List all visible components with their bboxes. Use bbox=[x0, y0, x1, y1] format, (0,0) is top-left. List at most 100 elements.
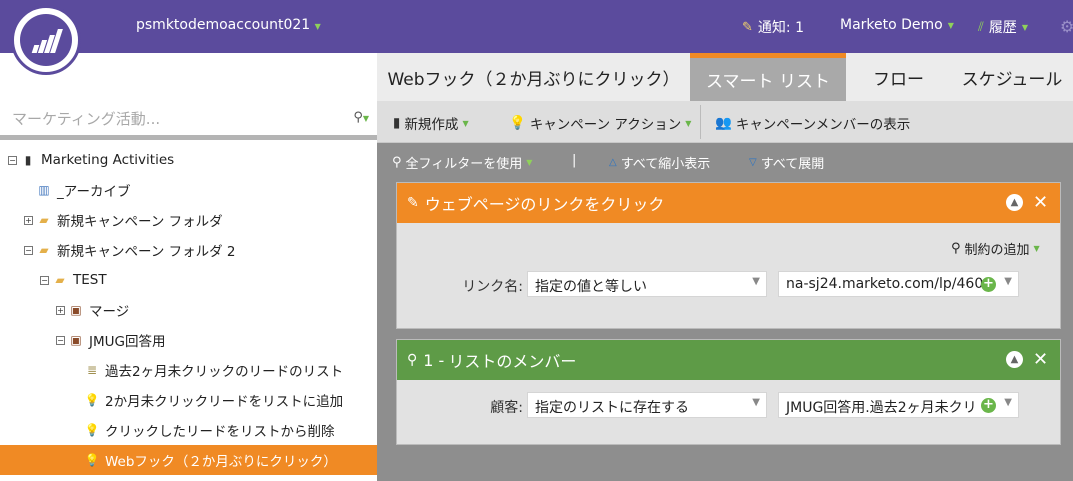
operator-select[interactable]: 指定のリストに存在する ▼ bbox=[527, 392, 767, 418]
collapse-icon[interactable]: − bbox=[8, 155, 17, 165]
tree-label: クリックしたリードをリストから削除 bbox=[105, 424, 335, 440]
tree-label: 新規キャンペーン フォルダ 2 bbox=[57, 244, 236, 260]
sidebar: ⚲▼ − ▮ Marketing Activities ▥ _アーカイブ + ▰… bbox=[0, 53, 377, 481]
tab-label: フロー bbox=[873, 69, 924, 90]
tree-node-jmug[interactable]: − ▣ JMUG回答用 bbox=[56, 325, 377, 355]
folder-icon: ▰ bbox=[39, 213, 49, 227]
link-value-select[interactable]: na-sj24.marketo.com/lp/460- + ▼ bbox=[778, 271, 1019, 297]
tree-label: 2か月未クリックリードをリストに追加 bbox=[105, 394, 344, 410]
move-up-icon[interactable]: ▲ bbox=[1006, 194, 1023, 211]
tree-node-campaign-remove[interactable]: 💡 クリックしたリードをリストから削除 bbox=[84, 415, 377, 445]
folder-icon: ▰ bbox=[55, 273, 65, 287]
list-icon: ≣ bbox=[86, 363, 98, 377]
filter-tool-icon: ⚲ bbox=[951, 241, 961, 256]
campaign-actions-label: キャンペーン アクション bbox=[529, 117, 682, 133]
history-icon: ⫽ bbox=[978, 19, 984, 35]
bulb-icon: 💡 bbox=[84, 393, 100, 407]
add-constraint-button[interactable]: ⚲ 制約の追加 ▼ bbox=[951, 239, 1040, 258]
collapse-icon[interactable]: − bbox=[40, 275, 49, 285]
account-selector[interactable]: psmktodemoaccount021 ▼ bbox=[136, 17, 321, 33]
view-members-button[interactable]: 👥 キャンペーンメンバーの表示 bbox=[715, 113, 910, 133]
tree-node-marketing-activities[interactable]: − ▮ Marketing Activities bbox=[8, 145, 377, 175]
add-constraint-label: 制約の追加 bbox=[964, 243, 1030, 258]
user-menu[interactable]: Marketo Demo ▼ bbox=[840, 17, 954, 33]
chevron-down-icon: ▼ bbox=[526, 158, 533, 167]
new-label: 新規作成 bbox=[404, 117, 459, 133]
gear-icon[interactable]: ⚙ bbox=[1060, 17, 1073, 36]
search-input[interactable] bbox=[12, 105, 332, 133]
filter-title: ウェブページのリンクをクリック bbox=[424, 195, 665, 214]
expand-all-button[interactable]: ▽ すべて展開 bbox=[749, 153, 824, 172]
tree-label: 新規キャンペーン フォルダ bbox=[57, 214, 223, 230]
history-label: 履歴 bbox=[988, 20, 1017, 36]
plus-icon[interactable]: + bbox=[981, 398, 996, 413]
expand-icon[interactable]: + bbox=[56, 305, 65, 315]
tree-node-campaign-add[interactable]: 💡 2か月未クリックリードをリストに追加 bbox=[84, 385, 377, 415]
marketo-logo[interactable] bbox=[11, 5, 81, 75]
tree-node-merge[interactable]: + ▣ マージ bbox=[56, 295, 377, 325]
filter-tool-icon: ⚲ bbox=[392, 155, 402, 170]
filter-number: 1 - bbox=[423, 350, 445, 370]
close-icon[interactable]: ✕ bbox=[1033, 349, 1048, 370]
expand-icon[interactable]: + bbox=[24, 215, 33, 225]
bulb-icon: 💡 bbox=[84, 453, 100, 467]
plus-icon[interactable]: + bbox=[981, 277, 996, 292]
tree-label: マージ bbox=[89, 304, 130, 320]
logo-bars-icon bbox=[31, 29, 63, 53]
archive-icon: ▥ bbox=[38, 183, 50, 197]
collapse-all-button[interactable]: △ すべて縮小表示 bbox=[609, 153, 710, 172]
tab-schedule[interactable]: スケジュール bbox=[951, 53, 1073, 101]
customer-label: 顧客: bbox=[490, 400, 523, 416]
program-icon: ▣ bbox=[70, 333, 82, 347]
filter-member-of-list: ⚲ 1 - リストのメンバー ▲ ✕ 顧客: 指定のリストに存在する ▼ JMU… bbox=[396, 339, 1061, 445]
toolbar: ▮ 新規作成 ▼ 💡 キャンペーン アクション ▼ 👥 キャンペーンメンバーの表… bbox=[377, 101, 1073, 143]
history-menu[interactable]: ⫽ 履歴 ▼ bbox=[978, 17, 1028, 37]
tree-node-webhook-selected[interactable]: 💡 Webフック（２か月ぶりにクリック） bbox=[0, 445, 377, 475]
chevron-down-icon: ▼ bbox=[314, 22, 321, 31]
tab-bar: Webフック（２か月ぶりにクリック） スマート リスト フロー スケジュール bbox=[377, 53, 1073, 101]
operator-value: 指定のリストに存在する bbox=[535, 400, 689, 416]
tree-node-folder-1[interactable]: + ▰ 新規キャンペーン フォルダ bbox=[24, 205, 377, 235]
subbar-separator: | bbox=[572, 153, 577, 168]
notifications-label: 通知: 1 bbox=[757, 20, 804, 36]
dropdown-arrow-icon: ▼ bbox=[752, 397, 760, 408]
search-bar: ⚲▼ bbox=[0, 100, 377, 140]
collapse-icon[interactable]: − bbox=[56, 335, 65, 345]
tree-node-test[interactable]: − ▰ TEST bbox=[40, 265, 377, 295]
expand-all-label: すべて展開 bbox=[760, 157, 825, 172]
use-all-filters-label: 全フィルターを使用 bbox=[405, 157, 523, 172]
tree-node-folder-2[interactable]: − ▰ 新規キャンペーン フォルダ 2 bbox=[24, 235, 377, 265]
chevron-down-icon: ▼ bbox=[1021, 22, 1028, 32]
chevron-down-icon: ▼ bbox=[685, 118, 692, 128]
close-icon[interactable]: ✕ bbox=[1033, 192, 1048, 213]
campaign-actions-button[interactable]: 💡 キャンペーン アクション ▼ bbox=[509, 113, 691, 133]
book-icon: ▮ bbox=[24, 153, 32, 167]
program-icon: ▣ bbox=[70, 303, 82, 317]
user-name: Marketo Demo bbox=[840, 17, 943, 33]
filter-header: ✎ ウェブページのリンクをクリック ▲ ✕ bbox=[397, 183, 1060, 223]
list-value-select[interactable]: JMUG回答用.過去2ヶ月未クリ + ▼ bbox=[778, 392, 1019, 418]
top-header: psmktodemoaccount021 ▼ ✎ 通知: 1 Marketo D… bbox=[0, 0, 1073, 53]
folder-icon: ▰ bbox=[39, 243, 49, 257]
tab-smart-list[interactable]: スマート リスト bbox=[690, 53, 846, 101]
filter-subbar: ⚲ 全フィルターを使用 ▼ | △ すべて縮小表示 ▽ すべて展開 bbox=[377, 143, 1073, 179]
tab-label: スマート リスト bbox=[706, 72, 830, 92]
smart-list-canvas: ⚲ 全フィルターを使用 ▼ | △ すべて縮小表示 ▽ すべて展開 ✎ ウェブペ… bbox=[377, 143, 1073, 481]
tab-flow[interactable]: フロー bbox=[846, 53, 951, 101]
notifications-button[interactable]: ✎ 通知: 1 bbox=[742, 17, 804, 37]
bulb-icon: 💡 bbox=[509, 115, 526, 131]
use-all-filters-button[interactable]: ⚲ 全フィルターを使用 ▼ bbox=[392, 153, 532, 172]
tree-node-archive[interactable]: ▥ _アーカイブ bbox=[36, 175, 377, 205]
link-name-label: リンク名: bbox=[462, 279, 523, 295]
tab-webhook[interactable]: Webフック（２か月ぶりにクリック） bbox=[377, 53, 690, 101]
new-button[interactable]: ▮ 新規作成 ▼ bbox=[393, 113, 469, 133]
filter-title: リストのメンバー bbox=[448, 352, 577, 371]
operator-select[interactable]: 指定の値と等しい ▼ bbox=[527, 271, 767, 297]
filter-tool-icon[interactable]: ⚲▼ bbox=[353, 110, 369, 125]
operator-value: 指定の値と等しい bbox=[535, 279, 647, 295]
tree-label: 過去2ヶ月未クリックのリードのリスト bbox=[105, 364, 344, 380]
tree-node-smart-list[interactable]: ≣ 過去2ヶ月未クリックのリードのリスト bbox=[84, 355, 377, 385]
dropdown-arrow-icon: ▼ bbox=[1004, 276, 1012, 287]
collapse-icon[interactable]: − bbox=[24, 245, 33, 255]
move-up-icon[interactable]: ▲ bbox=[1006, 351, 1023, 368]
